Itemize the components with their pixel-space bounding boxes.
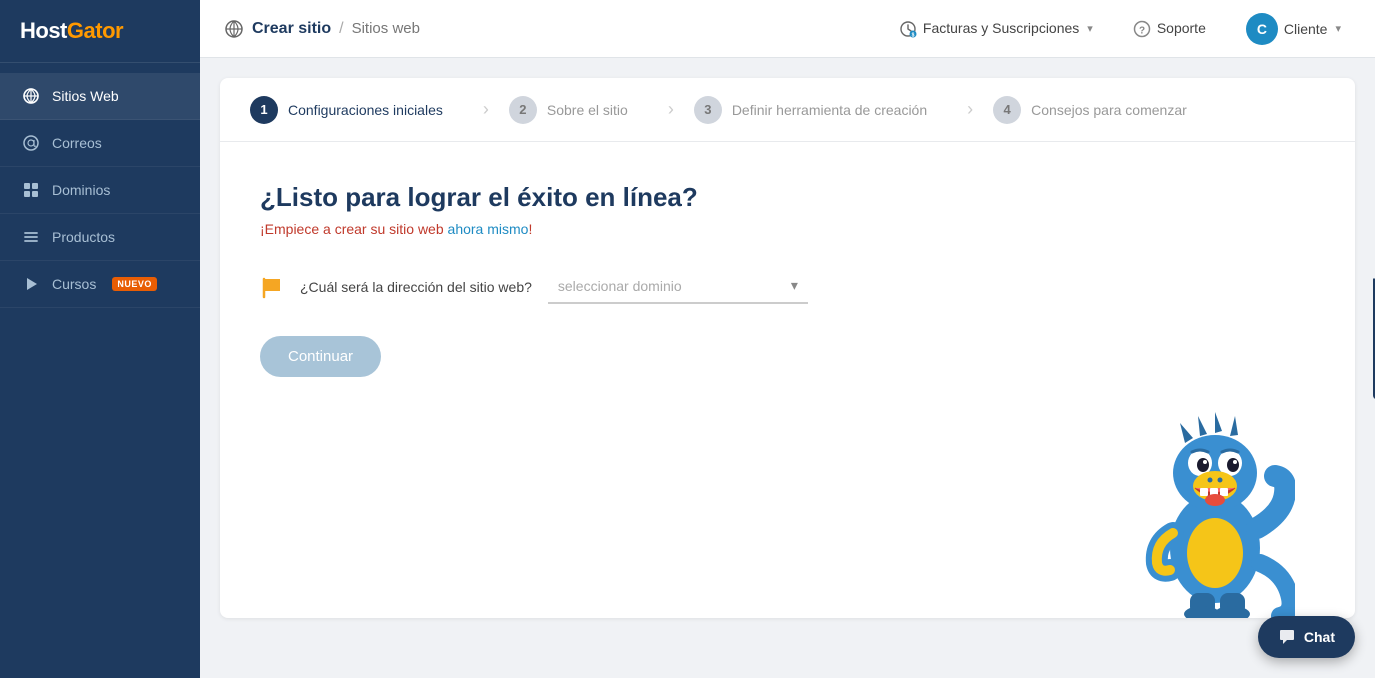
sidebar-label-sitios-web: Sitios Web [52, 88, 119, 104]
content-area: 1 Configuraciones iniciales › 2 Sobre el… [200, 58, 1375, 678]
domain-placeholder: seleccionar dominio [558, 278, 682, 294]
wizard-subtitle: ¡Empiece a crear su sitio web ahora mism… [260, 221, 1315, 237]
wizard-title: ¿Listo para lograr el éxito en línea? [260, 182, 1315, 213]
step-4-number: 4 [993, 96, 1021, 124]
step-3-label: Definir herramienta de creación [732, 102, 927, 118]
sidebar-nav: Sitios Web Correos Domini [0, 63, 200, 308]
domain-question: ¿Cuál será la dirección del sitio web? [300, 279, 532, 295]
grid-icon [22, 87, 40, 105]
cliente-label: Cliente [1284, 21, 1328, 37]
mascot [1135, 388, 1295, 618]
at-icon [22, 134, 40, 152]
topbar-actions: $ Facturas y Suscripciones ▾ ? Soporte C… [889, 7, 1351, 51]
domain-row: ¿Cuál será la dirección del sitio web? s… [260, 269, 1315, 304]
sidebar: HostGator Sitios Web [0, 0, 200, 678]
wizard-body: ¿Listo para lograr el éxito en línea? ¡E… [220, 142, 1355, 417]
step-3-number: 3 [694, 96, 722, 124]
step-sep-3: › [967, 99, 973, 120]
breadcrumb-separator: / [339, 20, 343, 38]
sidebar-item-sitios-web[interactable]: Sitios Web [0, 73, 200, 120]
sidebar-label-dominios: Dominios [52, 182, 110, 198]
globe-icon [224, 18, 244, 39]
nuevo-badge: NUEVO [112, 277, 157, 291]
list-icon [22, 228, 40, 246]
facturas-label: Facturas y Suscripciones [923, 20, 1079, 36]
breadcrumb-parent: Sitios web [352, 20, 420, 37]
play-icon [22, 275, 40, 293]
logo-gator: Gator [67, 18, 123, 43]
step-2-number: 2 [509, 96, 537, 124]
soporte-label: Soporte [1157, 20, 1206, 36]
step-2-label: Sobre el sitio [547, 102, 628, 118]
avatar: C [1246, 13, 1278, 45]
sidebar-item-productos[interactable]: Productos [0, 214, 200, 261]
logo-host: Host [20, 18, 67, 43]
chat-button[interactable]: Chat [1258, 616, 1355, 658]
sidebar-item-correos[interactable]: Correos [0, 120, 200, 167]
wizard-card: 1 Configuraciones iniciales › 2 Sobre el… [220, 78, 1355, 618]
sidebar-item-dominios[interactable]: Dominios [0, 167, 200, 214]
continue-button[interactable]: Continuar [260, 336, 381, 377]
question-icon: ? [1133, 19, 1151, 37]
step-1-label: Configuraciones iniciales [288, 102, 443, 118]
facturas-button[interactable]: $ Facturas y Suscripciones ▾ [889, 13, 1103, 43]
billing-icon: $ [899, 19, 917, 37]
step-sep-1: › [483, 99, 489, 120]
subtitle-start: ¡Empiece a crear su sitio web [260, 221, 448, 237]
breadcrumb-current: Crear sitio [252, 20, 331, 38]
sidebar-label-correos: Correos [52, 135, 102, 151]
chevron-down-icon: ▾ [791, 277, 798, 294]
sidebar-item-cursos[interactable]: Cursos NUEVO [0, 261, 200, 308]
logo: HostGator [0, 0, 200, 63]
step-4-label: Consejos para comenzar [1031, 102, 1187, 118]
step-4: 4 Consejos para comenzar [993, 96, 1207, 124]
main-area: Crear sitio / Sitios web $ Facturas y Su… [200, 0, 1375, 678]
sidebar-label-cursos: Cursos [52, 276, 96, 292]
subtitle-end: ! [528, 221, 532, 237]
chat-label: Chat [1304, 629, 1335, 645]
cliente-button[interactable]: C Cliente ▾ [1236, 7, 1351, 51]
subtitle-highlight: ahora mismo [448, 221, 529, 237]
grid2-icon [22, 181, 40, 199]
step-1: 1 Configuraciones iniciales [250, 96, 463, 124]
steps-header: 1 Configuraciones iniciales › 2 Sobre el… [220, 78, 1355, 142]
breadcrumb: Crear sitio / Sitios web [224, 18, 877, 39]
chat-icon [1278, 628, 1296, 646]
svg-text:?: ? [1139, 25, 1145, 36]
step-sep-2: › [668, 99, 674, 120]
facturas-chevron: ▾ [1087, 22, 1093, 35]
step-3: 3 Definir herramienta de creación [694, 96, 947, 124]
domain-select-dropdown[interactable]: seleccionar dominio ▾ [548, 269, 808, 304]
step-1-number: 1 [250, 96, 278, 124]
flag-icon [260, 275, 284, 299]
svg-text:$: $ [912, 32, 915, 38]
cliente-chevron: ▾ [1335, 22, 1341, 35]
sidebar-label-productos: Productos [52, 229, 115, 245]
topbar: Crear sitio / Sitios web $ Facturas y Su… [200, 0, 1375, 58]
step-2: 2 Sobre el sitio [509, 96, 648, 124]
soporte-button[interactable]: ? Soporte [1123, 13, 1216, 43]
